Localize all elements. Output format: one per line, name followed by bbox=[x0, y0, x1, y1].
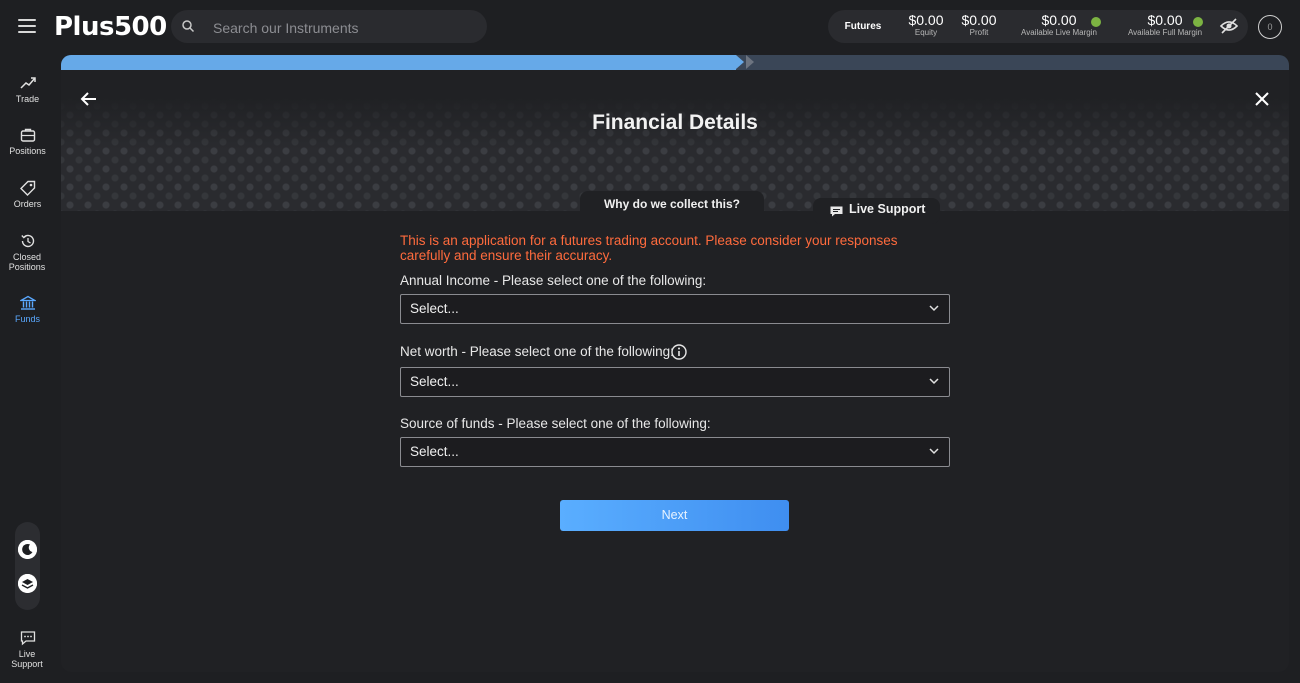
progress-arrow bbox=[736, 55, 745, 69]
progress-fill bbox=[61, 55, 737, 70]
chat-icon bbox=[830, 206, 843, 217]
sidebar-item-positions[interactable]: Positions bbox=[0, 127, 55, 156]
menu-icon[interactable] bbox=[18, 19, 36, 33]
page-title: Financial Details bbox=[592, 111, 758, 134]
dark-mode-icon[interactable] bbox=[18, 540, 37, 559]
sidebar-item-label: Orders bbox=[13, 199, 42, 209]
chevron-down-icon bbox=[929, 305, 939, 312]
chevron-down-icon bbox=[929, 378, 939, 385]
sidebar-item-live-support[interactable]: Live Support bbox=[0, 630, 55, 669]
next-button[interactable]: Next bbox=[560, 500, 789, 531]
select-value: Select... bbox=[410, 301, 459, 316]
profit-value: $0.00 bbox=[961, 12, 997, 28]
source-of-funds-select[interactable]: Select... bbox=[400, 437, 950, 467]
full-margin-status-icon bbox=[1193, 17, 1203, 27]
notice-text: This is an application for a futures tra… bbox=[400, 233, 898, 263]
avatar[interactable]: 0 bbox=[1258, 15, 1282, 39]
bank-icon bbox=[19, 295, 36, 310]
financial-details-panel: Financial Details Why do we collect this… bbox=[61, 55, 1289, 672]
select-value: Select... bbox=[410, 444, 459, 459]
sidebar: Trade Positions Orders Closed Positions … bbox=[0, 55, 55, 683]
why-collect-link[interactable]: Why do we collect this? bbox=[580, 191, 764, 216]
chat-icon bbox=[20, 631, 35, 646]
sidebar-item-funds[interactable]: Funds bbox=[0, 295, 55, 324]
net-worth-select[interactable]: Select... bbox=[400, 367, 950, 397]
top-bar: Plus500 Futures $0.00 Equity $0.00 Profi… bbox=[0, 0, 1300, 55]
search-bar[interactable] bbox=[171, 10, 487, 45]
sidebar-item-trade[interactable]: Trade bbox=[0, 75, 55, 104]
sidebar-item-orders[interactable]: Orders bbox=[0, 180, 55, 209]
live-margin-stat: $0.00 Available Live Margin bbox=[1013, 13, 1105, 38]
account-stats: Futures $0.00 Equity $0.00 Profit $0.00 … bbox=[828, 10, 1248, 43]
source-of-funds-label: Source of funds - Please select one of t… bbox=[400, 416, 711, 431]
live-margin-status-icon bbox=[1091, 17, 1101, 27]
sidebar-item-label: Live Support bbox=[11, 649, 43, 669]
hero-fade bbox=[61, 70, 1289, 150]
futures-button[interactable]: Futures bbox=[838, 10, 888, 43]
live-support-button[interactable]: Live Support bbox=[813, 198, 940, 224]
live-margin-label: Available Live Margin bbox=[1021, 28, 1097, 37]
equity-label: Equity bbox=[914, 28, 938, 37]
sidebar-item-label: Funds bbox=[14, 314, 40, 324]
sidebar-item-label: Trade bbox=[15, 94, 40, 104]
progress-arrow-next bbox=[746, 55, 755, 69]
net-worth-label: Net worth - Please select one of the fol… bbox=[400, 344, 674, 359]
chevron-down-icon bbox=[929, 448, 939, 455]
equity-value: $0.00 bbox=[908, 12, 944, 28]
select-value: Select... bbox=[410, 374, 459, 389]
search-icon bbox=[182, 20, 195, 33]
history-icon bbox=[20, 234, 34, 248]
sidebar-item-label: Positions bbox=[9, 146, 46, 156]
progress-bar bbox=[61, 55, 1289, 70]
info-icon[interactable] bbox=[671, 344, 687, 360]
sidebar-item-closed-positions[interactable]: Closed Positions bbox=[0, 233, 55, 272]
profit-label: Profit bbox=[969, 28, 989, 37]
logo: Plus500 bbox=[54, 12, 167, 42]
annual-income-label: Annual Income - Please select one of the… bbox=[400, 273, 707, 288]
hide-balance-icon[interactable] bbox=[1220, 18, 1238, 34]
search-input[interactable] bbox=[211, 10, 475, 45]
sidebar-item-label: Closed Positions bbox=[8, 252, 46, 272]
tag-icon bbox=[19, 180, 35, 196]
layers-icon[interactable] bbox=[18, 574, 37, 593]
close-icon[interactable] bbox=[1253, 90, 1271, 108]
trend-icon bbox=[19, 77, 36, 89]
annual-income-select[interactable]: Select... bbox=[400, 294, 950, 324]
live-support-label: Live Support bbox=[849, 202, 926, 216]
equity-stat: $0.00 Equity bbox=[903, 13, 949, 38]
profit-stat: $0.00 Profit bbox=[956, 13, 1002, 38]
theme-switcher bbox=[15, 522, 40, 610]
briefcase-icon bbox=[20, 128, 35, 142]
back-arrow-icon[interactable] bbox=[79, 89, 99, 109]
full-margin-label: Available Full Margin bbox=[1127, 28, 1203, 37]
